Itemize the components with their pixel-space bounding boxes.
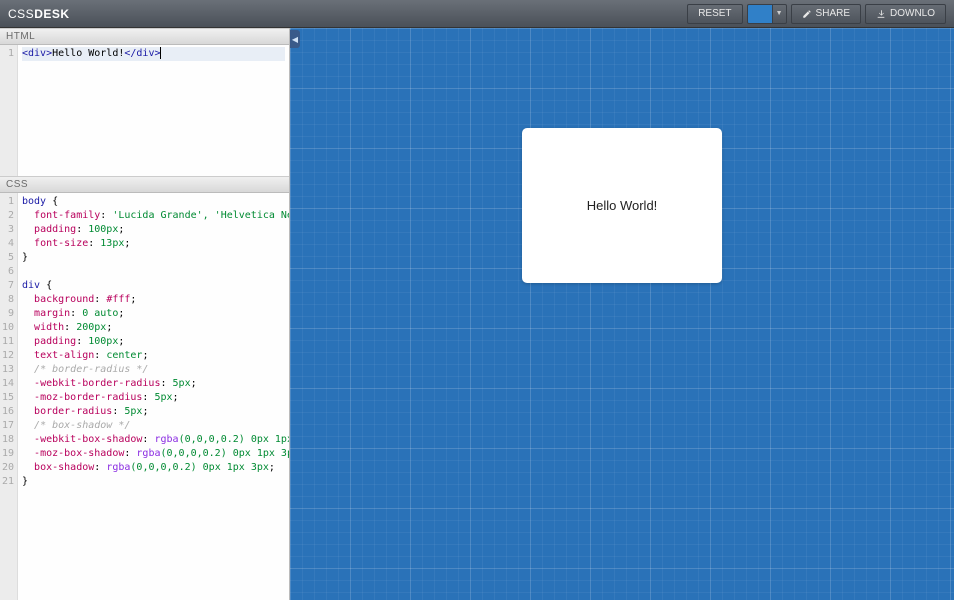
html-panel: HTML 1 <div>Hello World!</div> — [0, 28, 289, 176]
share-icon — [802, 9, 812, 19]
download-label: DOWNLO — [890, 8, 935, 19]
share-label: SHARE — [816, 8, 850, 19]
background-color-picker[interactable] — [747, 4, 773, 24]
preview-text: Hello World! — [587, 198, 658, 213]
reset-label: RESET — [698, 8, 731, 19]
download-icon — [876, 9, 886, 19]
chevron-down-icon: ▼ — [776, 10, 783, 17]
html-text: Hello World! — [52, 48, 124, 59]
css-panel-label: CSS — [0, 176, 289, 193]
css-code-lines[interactable]: body { font-family: 'Lucida Grande', 'He… — [18, 193, 289, 600]
html-tag-close: </div> — [124, 48, 160, 59]
preview-pane: Hello World! — [290, 28, 954, 600]
collapse-sidebar-button[interactable]: ◀ — [290, 30, 300, 48]
html-panel-label: HTML — [0, 28, 289, 45]
css-editor[interactable]: 123456789101112131415161718192021 body {… — [0, 193, 289, 600]
share-button[interactable]: SHARE — [791, 4, 861, 24]
chevron-left-icon: ◀ — [292, 35, 298, 44]
logo-pre: CSS — [8, 7, 34, 21]
logo-post: DESK — [34, 7, 69, 21]
logo: CSSDESK — [8, 7, 70, 21]
css-gutter: 123456789101112131415161718192021 — [0, 193, 18, 600]
html-code-lines[interactable]: <div>Hello World!</div> — [18, 45, 289, 176]
reset-button[interactable]: RESET — [687, 4, 742, 24]
preview-output: Hello World! — [522, 128, 722, 283]
download-button[interactable]: DOWNLO — [865, 4, 946, 24]
html-tag-open: <div> — [22, 48, 52, 59]
html-editor[interactable]: 1 <div>Hello World!</div> — [0, 45, 289, 176]
text-cursor — [160, 47, 161, 59]
background-dropdown[interactable]: ▼ — [773, 4, 787, 24]
editor-sidebar: HTML 1 <div>Hello World!</div> CSS 12345… — [0, 28, 290, 600]
app-header: CSSDESK RESET ▼ SHARE DOWNLO — [0, 0, 954, 28]
html-gutter: 1 — [0, 45, 18, 176]
css-panel: CSS 123456789101112131415161718192021 bo… — [0, 176, 289, 600]
main-area: HTML 1 <div>Hello World!</div> CSS 12345… — [0, 28, 954, 600]
